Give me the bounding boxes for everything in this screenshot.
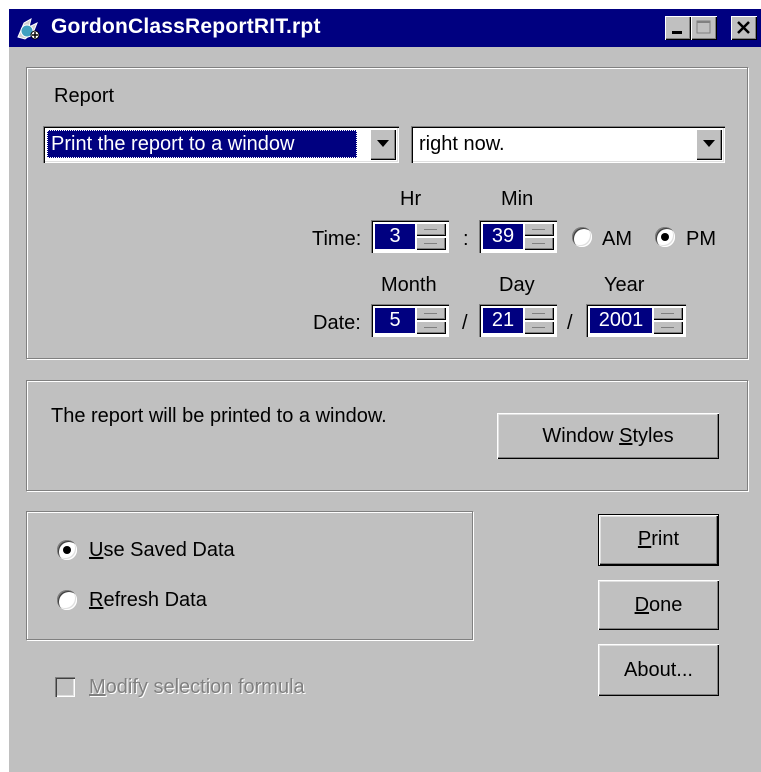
pm-label: PM [686, 228, 716, 250]
modify-selection-label: Modify selection formula [89, 676, 305, 699]
window-title: GordonClassReportRIT.rpt [51, 15, 321, 38]
date-separator-2: / [567, 312, 573, 334]
modify-selection-checkbox[interactable] [55, 677, 75, 697]
report-group: Report Print the report to a window righ… [26, 67, 748, 359]
am-label: AM [602, 228, 632, 250]
window-styles-mnemonic: S [619, 425, 633, 447]
month-label: Month [381, 274, 437, 296]
hour-up-button[interactable] [416, 223, 446, 236]
maximize-icon [696, 20, 711, 34]
month-up-button[interactable] [416, 307, 446, 320]
destination-dropdown-arrow[interactable] [370, 129, 396, 160]
window-styles-prefix: Window [542, 425, 620, 447]
refresh-data-mnemonic: R [89, 589, 104, 611]
month-down-button[interactable] [416, 321, 446, 334]
refresh-data-label[interactable]: Refresh Data [89, 589, 207, 612]
close-button[interactable] [731, 16, 757, 40]
report-dialog-window: GordonClassReportRIT.rpt Report Print th… [9, 9, 761, 772]
hour-value: 3 [375, 224, 415, 249]
timing-dropdown-arrow[interactable] [696, 129, 722, 160]
output-group: The report will be printed to a window. … [26, 380, 748, 491]
pm-radio[interactable] [655, 227, 675, 247]
am-radio[interactable] [572, 227, 592, 247]
print-mnemonic: P [637, 528, 652, 550]
done-button[interactable]: Done [598, 580, 719, 630]
window-styles-suffix: tyles [632, 425, 674, 447]
minute-up-button[interactable] [524, 223, 554, 236]
year-value: 2001 [590, 308, 652, 333]
year-label: Year [604, 274, 645, 296]
minute-down-button[interactable] [524, 237, 554, 250]
close-icon [737, 21, 750, 34]
title-bar[interactable]: GordonClassReportRIT.rpt [9, 9, 761, 47]
date-label: Date: [313, 312, 361, 334]
hour-down-button[interactable] [416, 237, 446, 250]
year-down-button[interactable] [653, 321, 683, 334]
day-value: 21 [483, 308, 523, 333]
use-saved-data-label[interactable]: Use Saved Data [89, 539, 235, 562]
chevron-down-icon [377, 140, 389, 147]
minute-value: 39 [483, 224, 523, 249]
minimize-button[interactable] [665, 16, 691, 40]
use-saved-data-mnemonic: U [89, 539, 104, 561]
modify-selection-rest: odify selection formula [105, 676, 305, 698]
month-value: 5 [375, 308, 415, 333]
minute-spinner[interactable]: 39 [479, 220, 557, 253]
hr-label: Hr [400, 188, 422, 210]
report-label: Report [54, 85, 115, 107]
day-label: Day [499, 274, 535, 296]
hour-spinner[interactable]: 3 [371, 220, 449, 253]
done-mnemonic: D [634, 594, 650, 616]
print-rest: rint [651, 528, 680, 550]
year-up-button[interactable] [653, 307, 683, 320]
destination-value: Print the report to a window [47, 130, 357, 158]
day-spinner[interactable]: 21 [479, 304, 557, 337]
time-label: Time: [312, 228, 362, 250]
done-rest: one [649, 594, 683, 616]
destination-dropdown[interactable]: Print the report to a window [43, 126, 399, 163]
date-separator-1: / [462, 312, 468, 334]
min-label: Min [501, 188, 534, 210]
chevron-down-icon [703, 140, 715, 147]
minimize-icon [672, 31, 682, 34]
data-source-group: Use Saved Data Refresh Data [26, 511, 473, 640]
use-saved-data-radio[interactable] [57, 540, 77, 560]
output-message: The report will be printed to a window. [51, 405, 387, 427]
use-saved-data-rest: se Saved Data [103, 539, 235, 561]
time-separator: : [463, 228, 469, 250]
maximize-button[interactable] [691, 16, 717, 40]
print-button[interactable]: Print [598, 514, 719, 566]
month-spinner[interactable]: 5 [371, 304, 449, 337]
year-spinner[interactable]: 2001 [586, 304, 686, 337]
refresh-data-rest: efresh Data [103, 589, 207, 611]
about-button[interactable]: About... [598, 644, 719, 696]
timing-dropdown[interactable]: right now. [411, 126, 725, 163]
day-down-button[interactable] [524, 321, 554, 334]
timing-value: right now. [419, 133, 505, 155]
crystal-reports-app-icon [15, 15, 43, 41]
window-styles-button[interactable]: Window Styles [497, 413, 719, 459]
refresh-data-radio[interactable] [57, 590, 77, 610]
modify-selection-mnemonic: M [89, 676, 106, 698]
day-up-button[interactable] [524, 307, 554, 320]
